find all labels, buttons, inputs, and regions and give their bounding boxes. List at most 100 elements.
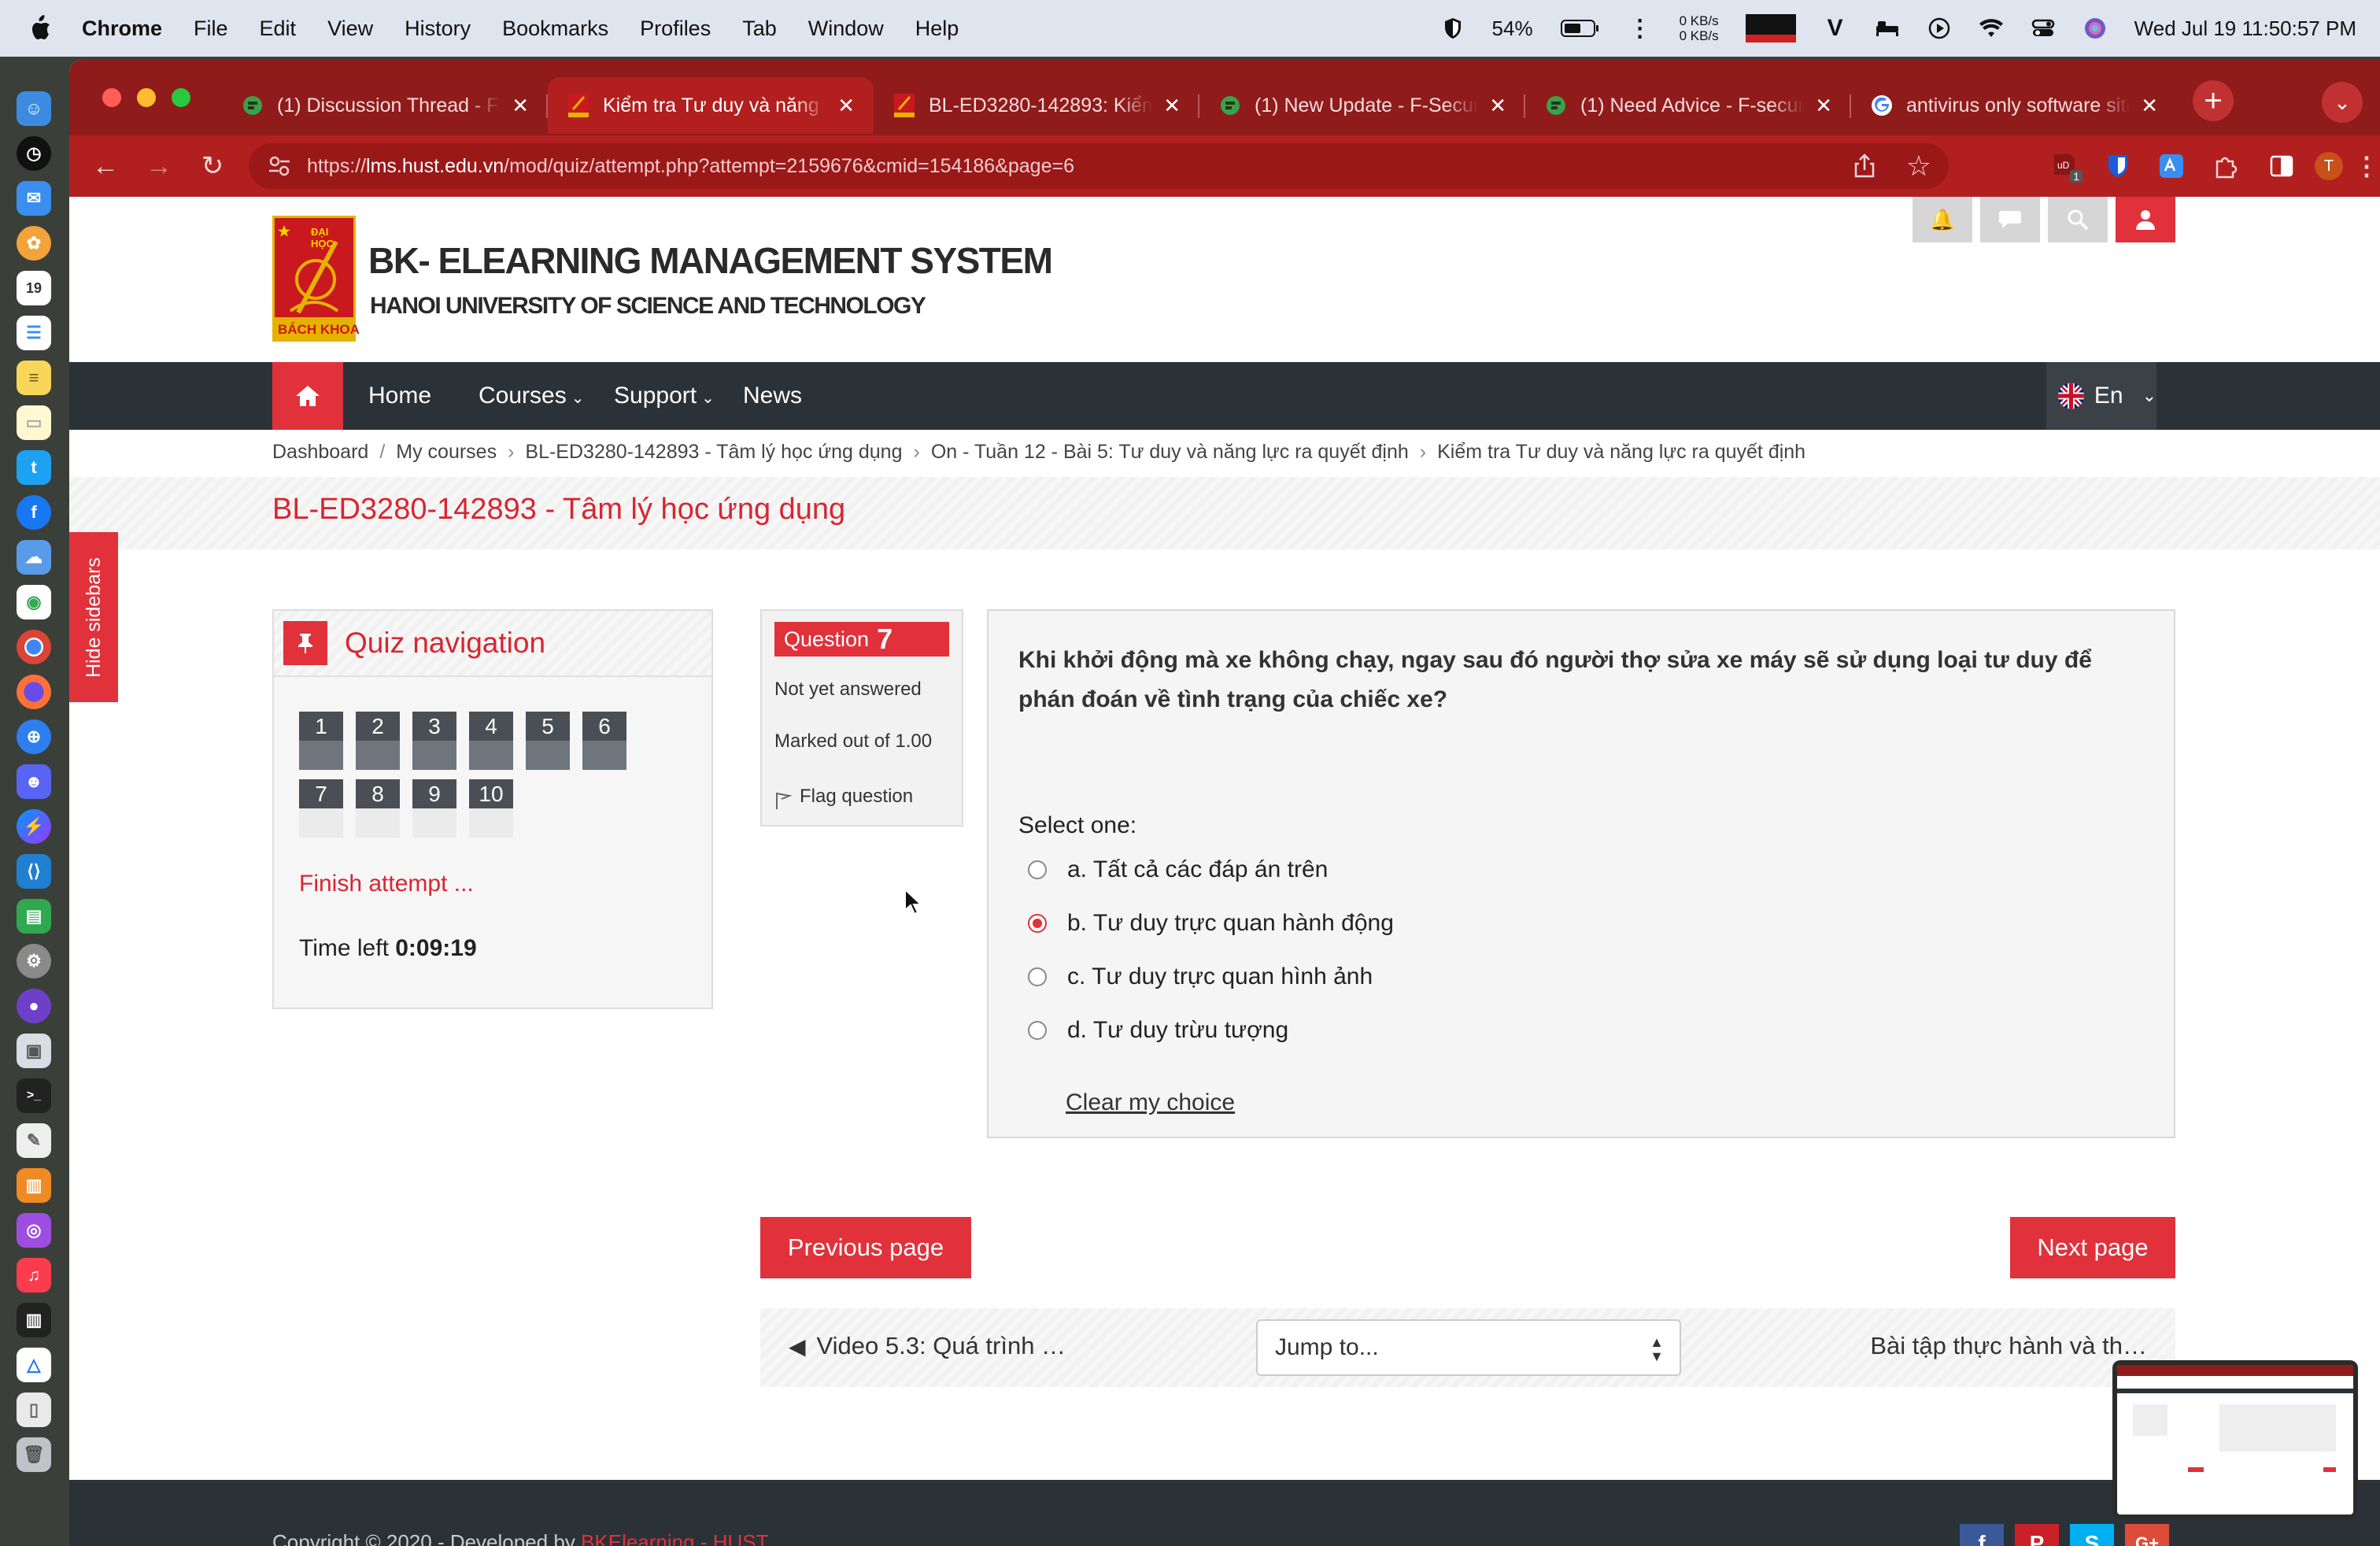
close-tab-icon[interactable]: ✕ <box>2141 94 2158 118</box>
home-icon[interactable] <box>272 362 343 430</box>
finder-icon[interactable]: ☺ <box>17 91 51 126</box>
bitwarden-extension-icon[interactable] <box>2100 148 2136 184</box>
more-vertical-icon[interactable]: ⋮ <box>1628 16 1653 42</box>
extensions-puzzle-icon[interactable] <box>2207 148 2243 184</box>
tab-search-button[interactable]: ⌄ <box>2322 82 2363 123</box>
back-icon[interactable]: ← <box>88 149 123 183</box>
minimize-window-button[interactable] <box>137 88 156 107</box>
books-icon[interactable]: ▥ <box>17 1168 51 1203</box>
previous-page-button[interactable]: Previous page <box>760 1217 971 1278</box>
answer-option-b[interactable]: b. Tư duy trực quan hành động <box>1028 910 1394 937</box>
breadcrumb-course[interactable]: BL-ED3280-142893 - Tâm lý học ứng dụng <box>525 441 902 463</box>
skype-icon[interactable]: S <box>2070 1524 2114 1546</box>
nav-news[interactable]: News <box>743 362 802 430</box>
nav-support[interactable]: Support ⌄ <box>614 362 715 430</box>
chrome-menu-icon[interactable]: ⋮ <box>2349 148 2380 184</box>
quiz-nav-button-2[interactable]: 2 <box>356 712 400 770</box>
close-tab-icon[interactable]: ✕ <box>512 94 529 118</box>
answer-label-a[interactable]: a. Tất cả các đáp án trên <box>1067 856 1328 883</box>
photos-icon[interactable]: ✿ <box>17 226 51 261</box>
close-window-button[interactable] <box>102 88 121 107</box>
jump-to-select[interactable]: Jump to... ▲ ▼ <box>1256 1319 1681 1376</box>
github-icon[interactable]: ● <box>17 989 51 1023</box>
bookmark-star-icon[interactable]: ☆ <box>1906 150 1931 183</box>
safari-icon[interactable]: ⊕ <box>17 719 51 754</box>
numbers-icon[interactable]: ▤ <box>17 899 51 934</box>
shield-icon[interactable] <box>1440 16 1465 41</box>
control-center-icon[interactable] <box>2031 16 2056 41</box>
trash-icon[interactable]: 🗑 <box>17 1437 51 1472</box>
firefox-icon[interactable] <box>17 675 51 709</box>
preview-icon[interactable]: ▣ <box>17 1034 51 1068</box>
menu-bookmarks[interactable]: Bookmarks <box>502 17 608 41</box>
bed-icon[interactable] <box>1875 16 1900 41</box>
forward-icon[interactable]: → <box>142 149 176 183</box>
translate-extension-icon[interactable] <box>2153 148 2190 184</box>
v-app-icon[interactable]: V <box>1823 15 1848 41</box>
close-tab-icon[interactable]: ✕ <box>1489 94 1506 118</box>
clear-choice-link[interactable]: Clear my choice <box>1066 1089 1235 1116</box>
reload-icon[interactable]: ↻ <box>195 149 230 183</box>
google-plus-icon[interactable]: G+ <box>2125 1524 2169 1546</box>
site-title[interactable]: BK- ELEARNING MANAGEMENT SYSTEM <box>368 239 1053 282</box>
tab-new-update[interactable]: (1) New Update - F-Secure ✕ <box>1199 77 1525 134</box>
profile-avatar[interactable]: T <box>2311 148 2347 184</box>
menu-file[interactable]: File <box>194 17 228 41</box>
menu-help[interactable]: Help <box>915 17 959 41</box>
chrome-icon[interactable] <box>17 630 51 664</box>
ublock-extension-icon[interactable]: uD 1 <box>2046 148 2082 184</box>
answer-radio-b[interactable] <box>1028 914 1047 933</box>
clock-icon[interactable]: ◷ <box>17 136 51 171</box>
next-page-button[interactable]: Next page <box>2010 1217 2175 1278</box>
messages-chat-icon[interactable] <box>1980 197 2040 242</box>
script-editor-icon[interactable]: ✎ <box>17 1123 51 1158</box>
answer-label-d[interactable]: d. Tư duy trừu tượng <box>1067 1017 1288 1044</box>
tab-antivirus-search[interactable]: antivirus only software site ✕ <box>1851 77 2177 134</box>
hide-sidebars-button[interactable]: Hide sidebars <box>69 532 118 702</box>
breadcrumb-quiz[interactable]: Kiểm tra Tư duy và năng lực ra quyết địn… <box>1437 441 1805 463</box>
music-icon[interactable]: ♫ <box>17 1258 51 1293</box>
wifi-icon[interactable] <box>1979 16 2004 41</box>
quiz-nav-button-10[interactable]: 10 <box>469 779 513 838</box>
cloud-app-icon[interactable]: ☁ <box>17 540 51 575</box>
facebook-icon[interactable]: f <box>17 495 51 530</box>
answer-radio-d[interactable] <box>1028 1021 1047 1040</box>
system-settings-icon[interactable]: ⚙ <box>17 944 51 978</box>
vscode-icon[interactable]: ⟨⟩ <box>17 854 51 889</box>
tab-discussion-thread[interactable]: (1) Discussion Thread - F-Secure ✕ <box>222 77 548 134</box>
menu-tab[interactable]: Tab <box>742 17 777 41</box>
mail-icon[interactable]: ✉ <box>17 181 51 216</box>
breadcrumb-dashboard[interactable]: Dashboard <box>272 441 368 463</box>
menu-edit[interactable]: Edit <box>260 17 297 41</box>
quiz-nav-button-4[interactable]: 4 <box>469 712 513 770</box>
drive-icon[interactable]: △ <box>17 1348 51 1382</box>
menu-view[interactable]: View <box>327 17 373 41</box>
close-tab-icon[interactable]: ✕ <box>837 94 855 118</box>
user-menu-icon[interactable] <box>2116 197 2175 242</box>
new-tab-button[interactable]: + <box>2193 80 2234 121</box>
answer-radio-c[interactable] <box>1028 967 1047 986</box>
notes-icon[interactable]: ≡ <box>17 361 51 395</box>
nav-home[interactable]: Home <box>368 362 431 430</box>
pinterest-icon[interactable]: P <box>2015 1524 2059 1546</box>
answer-option-c[interactable]: c. Tư duy trực quan hình ảnh <box>1028 963 1373 990</box>
close-tab-icon[interactable]: ✕ <box>1163 94 1181 118</box>
messenger-icon[interactable]: ⚡ <box>17 809 51 844</box>
stickies-icon[interactable]: ▭ <box>17 405 51 440</box>
play-circle-icon[interactable] <box>1927 16 1952 41</box>
tab-quiz-active[interactable]: Kiểm tra Tư duy và năng lực ra quyết địn… <box>548 77 874 134</box>
menubar-clock[interactable]: Wed Jul 19 11:50:57 PM <box>2134 17 2356 41</box>
finish-attempt-link[interactable]: Finish attempt ... <box>299 871 474 897</box>
answer-label-c[interactable]: c. Tư duy trực quan hình ảnh <box>1067 963 1373 990</box>
menu-profiles[interactable]: Profiles <box>640 17 711 41</box>
tab-need-advice[interactable]: (1) Need Advice - F-secure ✕ <box>1525 77 1851 134</box>
podcasts-icon[interactable]: ◎ <box>17 1213 51 1248</box>
terminal-icon[interactable]: >_ <box>17 1078 51 1113</box>
close-tab-icon[interactable]: ✕ <box>1815 94 1832 118</box>
quiz-nav-button-1[interactable]: 1 <box>299 712 343 770</box>
menu-window[interactable]: Window <box>808 17 884 41</box>
next-activity-link[interactable]: Bài tập thực hành và th… <box>1870 1332 2147 1360</box>
reminders-icon[interactable]: ☰ <box>17 316 51 350</box>
answer-option-d[interactable]: d. Tư duy trừu tượng <box>1028 1017 1288 1044</box>
activity-graph-icon[interactable] <box>1745 14 1796 43</box>
